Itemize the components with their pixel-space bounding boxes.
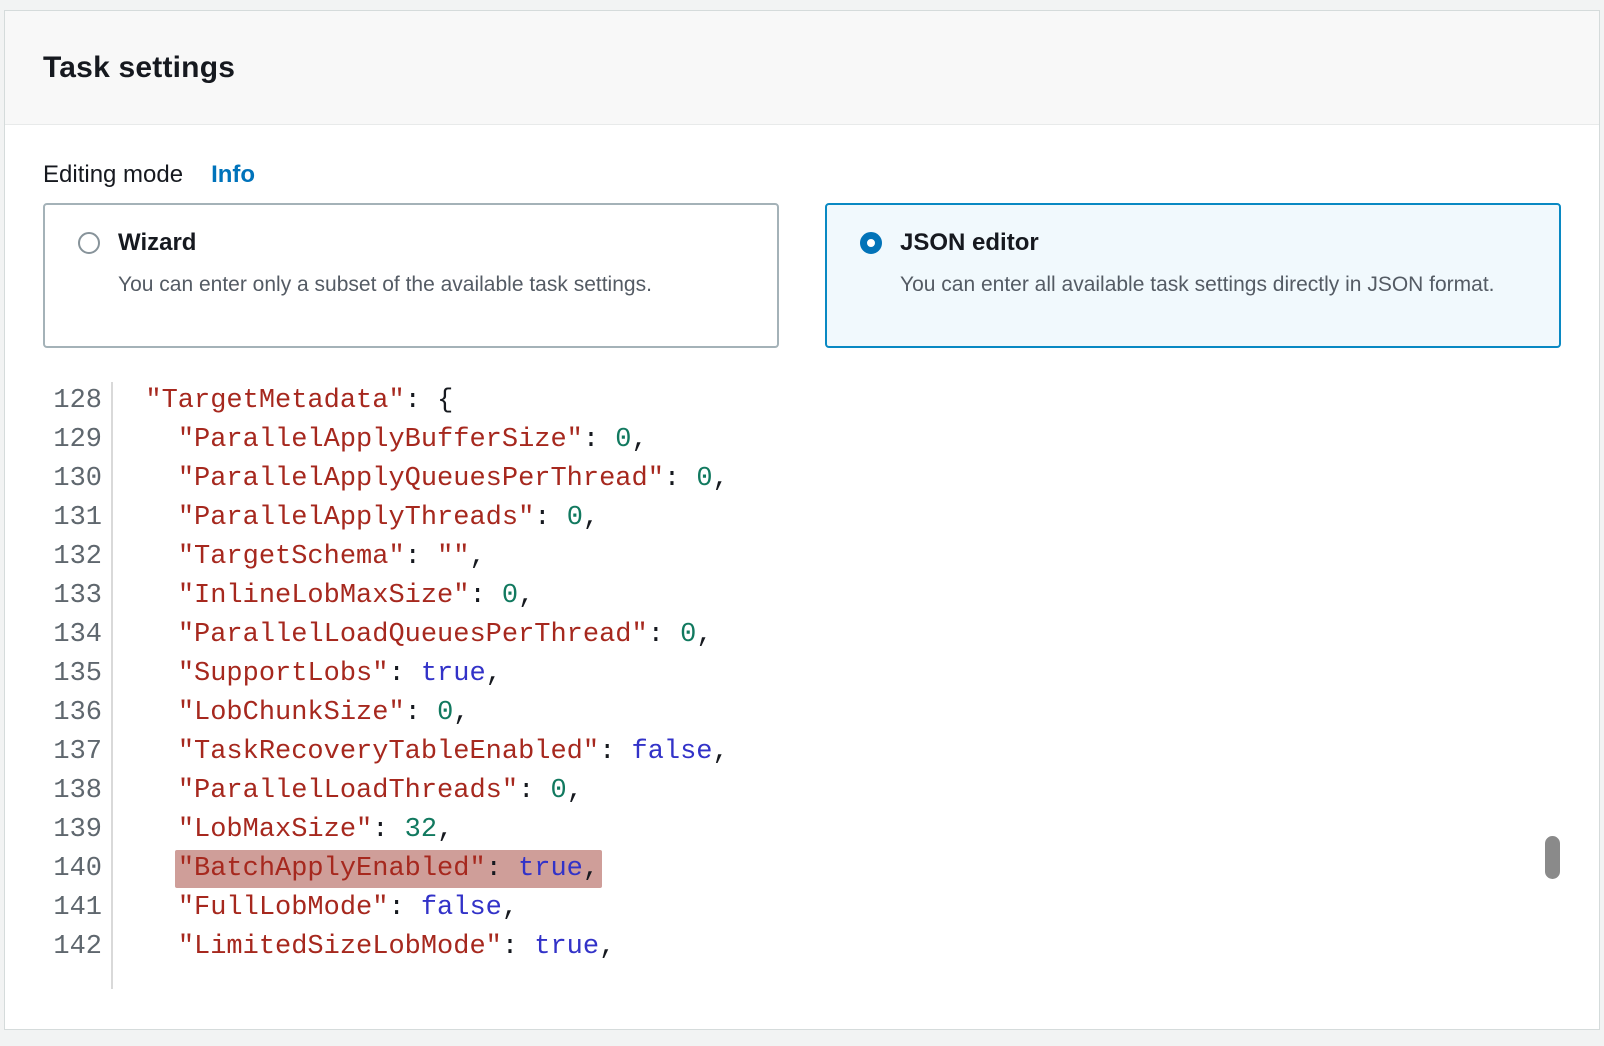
code-token-group: "InlineLobMaxSize": 0, xyxy=(178,581,534,611)
code-line-133: 133 "InlineLobMaxSize": 0, xyxy=(43,577,1561,616)
code-text: "LobMaxSize": 32, xyxy=(113,811,453,850)
line-number: 132 xyxy=(43,538,113,577)
editor-scrollbar-thumb[interactable] xyxy=(1545,836,1560,879)
code-token-group: "TargetMetadata": { xyxy=(145,386,453,416)
code-text: "ParallelLoadThreads": 0, xyxy=(113,772,583,811)
line-number: 137 xyxy=(43,733,113,772)
code-line-138: 138 "ParallelLoadThreads": 0, xyxy=(43,772,1561,811)
line-number: 135 xyxy=(43,655,113,694)
code-line-136: 136 "LobChunkSize": 0, xyxy=(43,694,1561,733)
line-number: 130 xyxy=(43,460,113,499)
code-text: "FullLobMode": false, xyxy=(113,889,518,928)
code-token-group: "ParallelLoadQueuesPerThread": 0, xyxy=(178,620,713,650)
code-line-142: 142 "LimitedSizeLobMode": true, xyxy=(43,928,1561,967)
code-token-group: "LobChunkSize": 0, xyxy=(178,698,470,728)
json-editor-option-description: You can enter all available task setting… xyxy=(900,267,1495,302)
line-number: 141 xyxy=(43,889,113,928)
wizard-option-card[interactable]: Wizard You can enter only a subset of th… xyxy=(43,203,779,348)
code-line-140: 140 "BatchApplyEnabled": true, xyxy=(43,850,1561,889)
code-line-141: 141 "FullLobMode": false, xyxy=(43,889,1561,928)
code-token-group: "ParallelApplyThreads": 0, xyxy=(178,503,599,533)
code-line-134: 134 "ParallelLoadQueuesPerThread": 0, xyxy=(43,616,1561,655)
json-editor-radio-button[interactable] xyxy=(860,232,882,254)
code-text: "ParallelLoadQueuesPerThread": 0, xyxy=(113,616,713,655)
code-token-group: "TargetSchema": "", xyxy=(178,542,486,572)
json-editor-option-text: JSON editor You can enter all available … xyxy=(900,229,1495,302)
code-token-group: "TaskRecoveryTableEnabled": false, xyxy=(178,737,729,767)
code-line-131: 131 "ParallelApplyThreads": 0, xyxy=(43,499,1561,538)
line-number: 134 xyxy=(43,616,113,655)
code-text: "ParallelApplyThreads": 0, xyxy=(113,499,599,538)
json-editor-option-card[interactable]: JSON editor You can enter all available … xyxy=(825,203,1561,348)
code-line-129: 129 "ParallelApplyBufferSize": 0, xyxy=(43,421,1561,460)
line-number: 136 xyxy=(43,694,113,733)
gutter-tail xyxy=(43,967,1561,989)
line-number: 138 xyxy=(43,772,113,811)
json-code-editor[interactable]: 128 "TargetMetadata": {129 "ParallelAppl… xyxy=(43,382,1561,989)
wizard-option-description: You can enter only a subset of the avail… xyxy=(118,267,652,302)
json-editor-option-title: JSON editor xyxy=(900,229,1495,257)
code-line-135: 135 "SupportLobs": true, xyxy=(43,655,1561,694)
line-number: 129 xyxy=(43,421,113,460)
code-line-139: 139 "LobMaxSize": 32, xyxy=(43,811,1561,850)
wizard-option-text: Wizard You can enter only a subset of th… xyxy=(118,229,652,302)
code-text: "TargetMetadata": { xyxy=(113,382,453,421)
wizard-radio-button[interactable] xyxy=(78,232,100,254)
info-link[interactable]: Info xyxy=(211,161,255,189)
line-number: 131 xyxy=(43,499,113,538)
code-text: "LimitedSizeLobMode": true, xyxy=(113,928,615,967)
panel-body: Editing mode Info Wizard You can enter o… xyxy=(5,125,1599,989)
task-settings-panel: Task settings Editing mode Info Wizard Y… xyxy=(4,10,1600,1030)
code-text: "ParallelApplyQueuesPerThread": 0, xyxy=(113,460,729,499)
code-text: "InlineLobMaxSize": 0, xyxy=(113,577,534,616)
editing-mode-row: Editing mode Info xyxy=(43,161,1561,189)
code-text: "SupportLobs": true, xyxy=(113,655,502,694)
code-token-group: "ParallelApplyBufferSize": 0, xyxy=(178,425,648,455)
code-line-128: 128 "TargetMetadata": { xyxy=(43,382,1561,421)
editing-mode-label: Editing mode xyxy=(43,161,183,189)
code-line-132: 132 "TargetSchema": "", xyxy=(43,538,1561,577)
code-line-130: 130 "ParallelApplyQueuesPerThread": 0, xyxy=(43,460,1561,499)
code-text: "TaskRecoveryTableEnabled": false, xyxy=(113,733,729,772)
page-title: Task settings xyxy=(43,51,235,85)
line-number: 128 xyxy=(43,382,113,421)
panel-header: Task settings xyxy=(5,11,1599,125)
code-token-group: "ParallelLoadThreads": 0, xyxy=(178,776,583,806)
line-number: 139 xyxy=(43,811,113,850)
code-token-group: "FullLobMode": false, xyxy=(178,893,518,923)
highlighted-code-token: "BatchApplyEnabled": true, xyxy=(175,850,602,888)
code-token-group: "LimitedSizeLobMode": true, xyxy=(178,932,615,962)
line-number: 133 xyxy=(43,577,113,616)
code-token-group: "SupportLobs": true, xyxy=(178,659,502,689)
code-text: "ParallelApplyBufferSize": 0, xyxy=(113,421,648,460)
code-token-group: "ParallelApplyQueuesPerThread": 0, xyxy=(178,464,729,494)
code-token-group: "LobMaxSize": 32, xyxy=(178,815,453,845)
wizard-option-title: Wizard xyxy=(118,229,652,257)
code-text: "TargetSchema": "", xyxy=(113,538,486,577)
line-number: 140 xyxy=(43,850,113,889)
code-line-137: 137 "TaskRecoveryTableEnabled": false, xyxy=(43,733,1561,772)
editing-mode-options: Wizard You can enter only a subset of th… xyxy=(43,203,1561,348)
code-text: "LobChunkSize": 0, xyxy=(113,694,469,733)
code-text: "BatchApplyEnabled": true, xyxy=(113,850,599,889)
line-number: 142 xyxy=(43,928,113,967)
code-lines: 128 "TargetMetadata": {129 "ParallelAppl… xyxy=(43,382,1561,967)
